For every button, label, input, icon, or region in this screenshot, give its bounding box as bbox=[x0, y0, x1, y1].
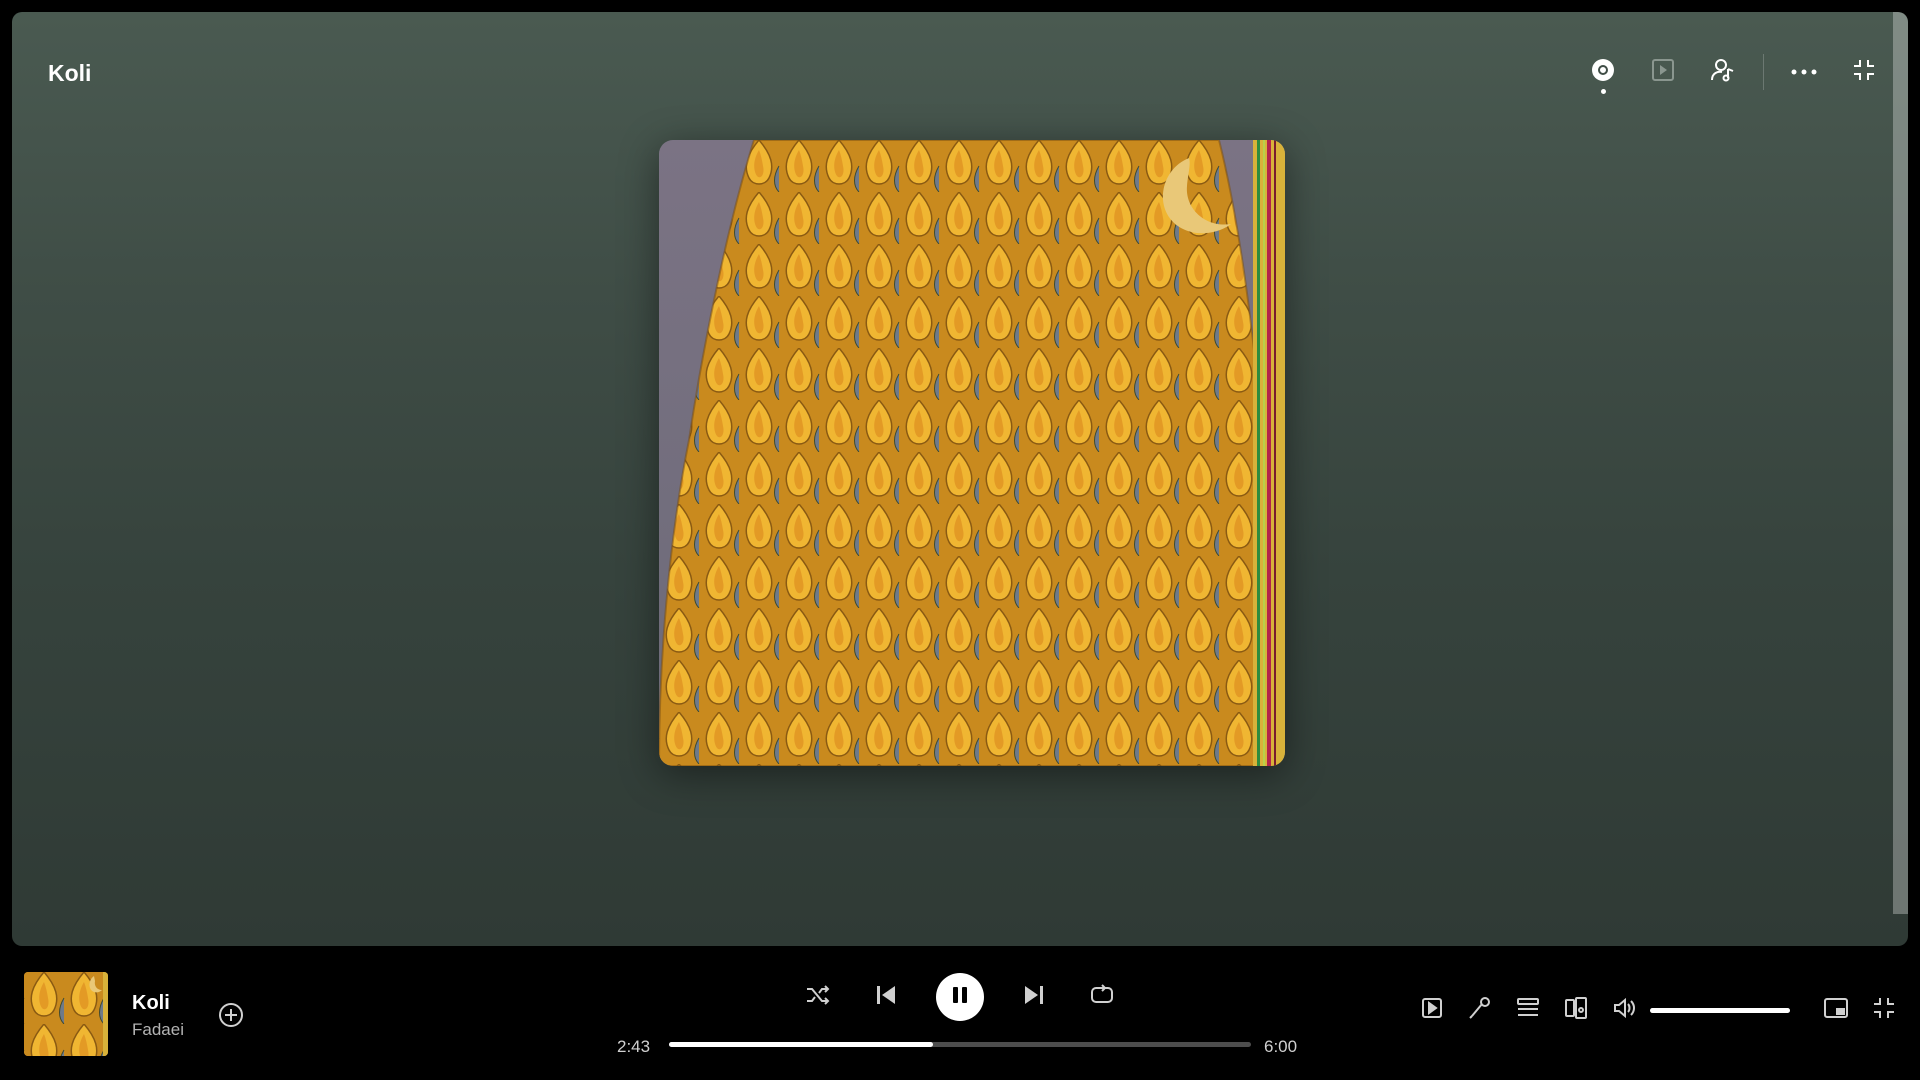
pause-button[interactable] bbox=[936, 973, 984, 1021]
now-playing-view-button[interactable] bbox=[1416, 994, 1448, 1026]
fullscreen-button[interactable] bbox=[1868, 994, 1900, 1026]
miniplayer-button[interactable] bbox=[1820, 994, 1852, 1026]
volume-icon bbox=[1612, 996, 1636, 1025]
pause-icon bbox=[950, 985, 970, 1010]
page-title: Koli bbox=[48, 60, 92, 86]
right-controls bbox=[1400, 994, 1900, 1026]
more-options-button[interactable] bbox=[1784, 52, 1824, 92]
lyrics-icon bbox=[1468, 996, 1492, 1025]
top-actions bbox=[1563, 52, 1884, 94]
previous-icon bbox=[874, 983, 898, 1012]
progress-fill bbox=[669, 1042, 933, 1047]
repeat-button[interactable] bbox=[1084, 979, 1120, 1015]
progress-bar[interactable] bbox=[669, 1042, 1251, 1047]
next-button[interactable] bbox=[1016, 979, 1052, 1015]
next-icon bbox=[1022, 983, 1046, 1012]
now-playing-thumbnail[interactable] bbox=[24, 972, 108, 1056]
shuffle-button[interactable] bbox=[800, 979, 836, 1015]
artist-credits-icon bbox=[1710, 57, 1736, 88]
now-playing-track-title[interactable]: Koli bbox=[132, 992, 170, 1015]
video-icon bbox=[1651, 58, 1675, 87]
divider bbox=[1763, 54, 1764, 90]
more-options-icon bbox=[1791, 63, 1817, 81]
volume-button[interactable] bbox=[1608, 994, 1640, 1026]
total-duration: 6:00 bbox=[1264, 1037, 1298, 1056]
artist-credits-button[interactable] bbox=[1703, 52, 1743, 92]
queue-icon bbox=[1516, 997, 1540, 1024]
queue-button[interactable] bbox=[1512, 994, 1544, 1026]
add-circle-icon bbox=[218, 1002, 244, 1033]
scrollbar[interactable] bbox=[1893, 12, 1908, 914]
playback-controls bbox=[800, 972, 1120, 1022]
previous-button[interactable] bbox=[868, 979, 904, 1015]
album-artwork bbox=[659, 140, 1285, 766]
volume-slider[interactable] bbox=[1650, 1007, 1790, 1013]
exit-fullscreen-icon bbox=[1852, 58, 1876, 87]
fullscreen-icon bbox=[1872, 996, 1896, 1025]
volume-fill bbox=[1650, 1007, 1790, 1013]
player-bar: Koli Fadaei 2:43 6:00 bbox=[0, 946, 1920, 1080]
exit-fullscreen-button[interactable] bbox=[1844, 52, 1884, 92]
connect-device-icon bbox=[1564, 996, 1588, 1025]
elapsed-time: 2:43 bbox=[617, 1037, 651, 1056]
now-playing-view-icon bbox=[1590, 57, 1616, 88]
lyrics-button[interactable] bbox=[1464, 994, 1496, 1026]
now-playing-panel: Koli bbox=[12, 12, 1908, 946]
shuffle-icon bbox=[805, 983, 831, 1012]
now-playing-artist[interactable]: Fadaei bbox=[132, 1020, 184, 1040]
now-playing-view-button[interactable] bbox=[1583, 52, 1623, 94]
connect-device-button[interactable] bbox=[1560, 994, 1592, 1026]
repeat-icon bbox=[1089, 983, 1115, 1012]
now-playing-view-icon bbox=[1421, 997, 1443, 1024]
video-button[interactable] bbox=[1643, 52, 1683, 92]
add-to-library-button[interactable] bbox=[216, 1002, 246, 1032]
miniplayer-icon bbox=[1823, 997, 1849, 1024]
